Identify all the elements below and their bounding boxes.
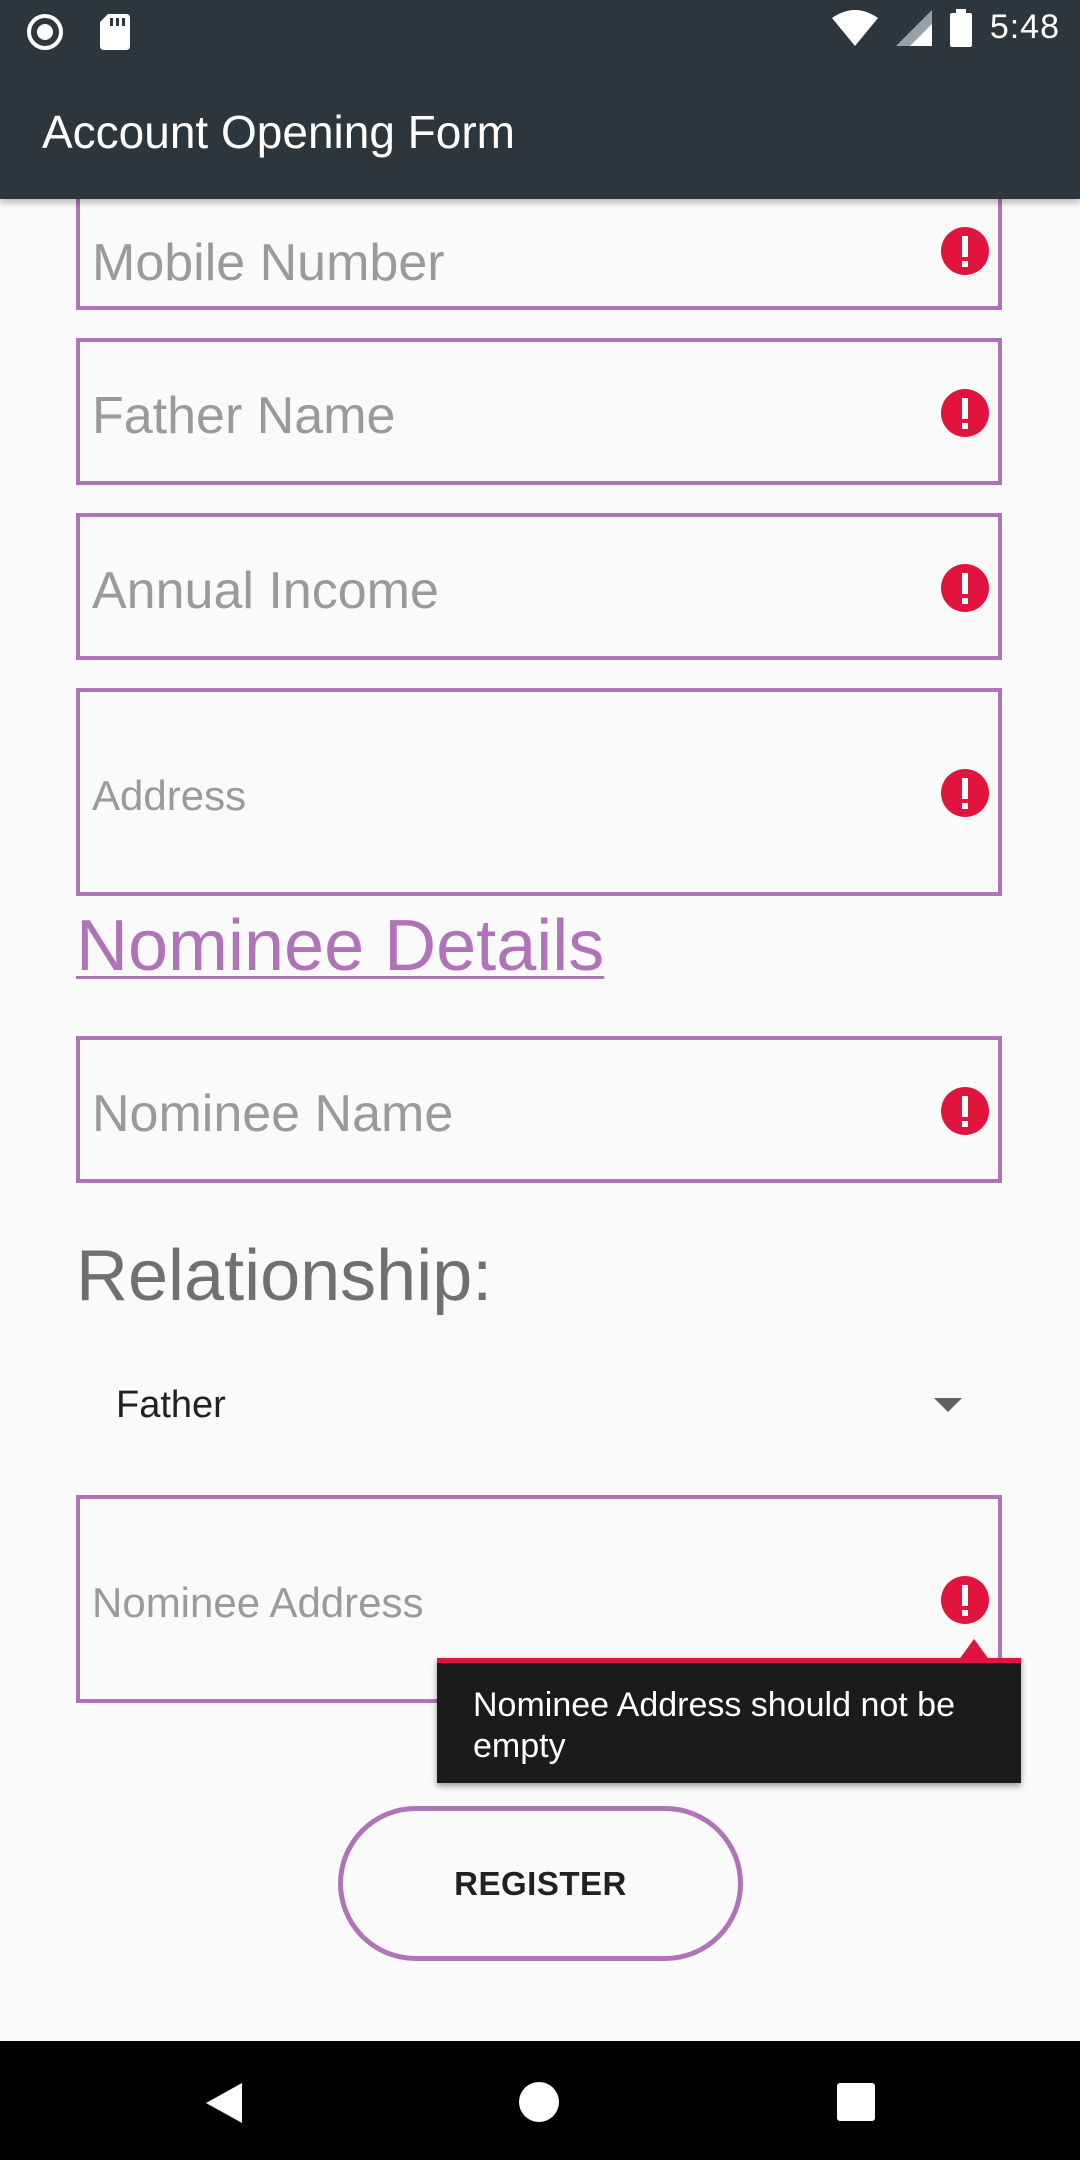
status-time: 5:48 — [989, 8, 1060, 46]
home-icon[interactable] — [518, 2081, 560, 2123]
error-icon — [941, 227, 989, 275]
status-bar: 5:48 — [0, 0, 1080, 63]
register-button[interactable]: REGISTER — [338, 1806, 743, 1961]
error-tooltip: Nominee Address should not be empty — [437, 1658, 1021, 1783]
error-icon — [941, 1087, 989, 1135]
nominee-name-field[interactable]: Nominee Name — [76, 1036, 1002, 1183]
back-icon[interactable] — [206, 2083, 244, 2123]
error-icon — [941, 564, 989, 612]
relationship-selected-value: Father — [116, 1384, 226, 1426]
navigation-bar — [0, 2041, 1080, 2160]
relationship-dropdown[interactable]: Father — [76, 1364, 1002, 1454]
address-field[interactable]: Address — [76, 688, 1002, 896]
recents-icon[interactable] — [837, 2083, 875, 2121]
signal-icon — [895, 9, 932, 46]
battery-icon — [949, 8, 972, 47]
annual-income-field[interactable]: Annual Income — [76, 513, 1002, 660]
sd-card-icon — [100, 14, 130, 50]
relationship-label: Relationship: — [76, 1236, 493, 1316]
form-content[interactable]: Mobile Number Father Name Annual Income … — [0, 199, 1080, 2041]
nominee-address-placeholder: Nominee Address — [92, 1579, 424, 1626]
error-icon — [941, 769, 989, 817]
father-name-field[interactable]: Father Name — [76, 338, 1002, 485]
father-name-placeholder: Father Name — [92, 387, 396, 445]
dropdown-arrow-icon — [934, 1398, 962, 1412]
address-placeholder: Address — [92, 772, 247, 819]
app-title: Account Opening Form — [42, 106, 516, 158]
annual-income-placeholder: Annual Income — [92, 562, 439, 620]
mobile-number-field[interactable]: Mobile Number — [76, 199, 1002, 310]
error-icon — [941, 1576, 989, 1624]
nominee-details-heading: Nominee Details — [76, 906, 605, 986]
app-bar: Account Opening Form — [0, 63, 1080, 199]
error-icon — [941, 389, 989, 437]
record-icon — [27, 14, 63, 50]
wifi-icon — [831, 9, 878, 46]
nominee-name-placeholder: Nominee Name — [92, 1085, 454, 1143]
mobile-number-placeholder: Mobile Number — [92, 234, 445, 292]
